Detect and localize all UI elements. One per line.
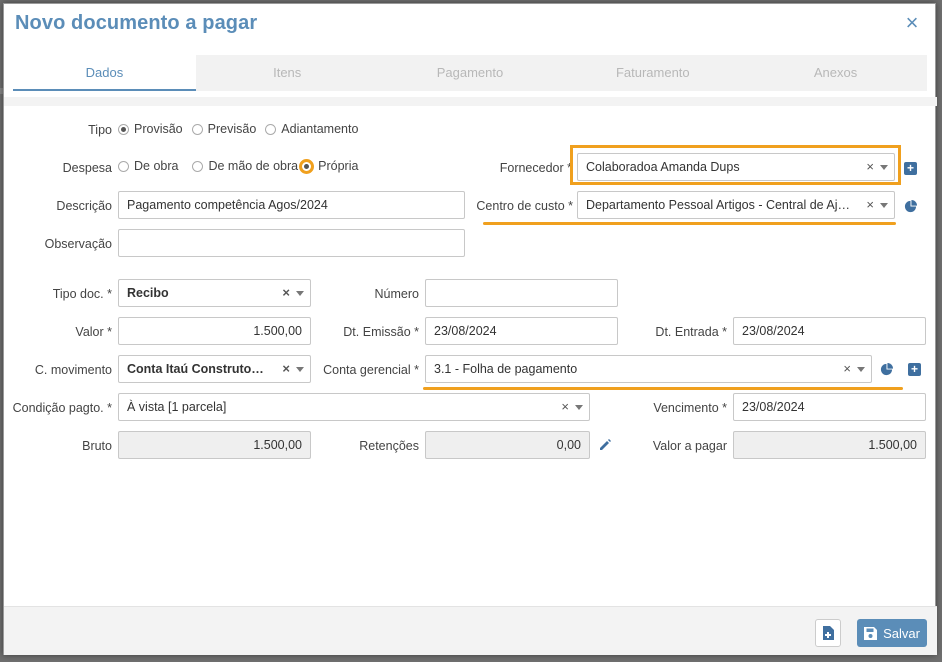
radio-unchecked-icon	[265, 123, 277, 135]
new-document-button[interactable]	[815, 619, 841, 647]
clear-icon[interactable]: ×	[866, 192, 874, 218]
descricao-input[interactable]: Pagamento competência Agos/2024	[118, 191, 465, 219]
conta-gerencial-select[interactable]: 3.1 - Folha de pagamento ×	[425, 355, 872, 383]
observacao-input[interactable]	[118, 229, 465, 257]
bruto-value: 1.500,00	[118, 431, 311, 459]
modal-dialog: Novo documento a pagar × Dados Itens Pag…	[3, 3, 937, 655]
condicao-pagto-label: Condição pagto. *	[12, 401, 112, 415]
modal-title: Novo documento a pagar	[15, 12, 258, 34]
tab-anexos[interactable]: Anexos	[744, 55, 927, 91]
numero-input[interactable]	[425, 279, 618, 307]
conta-gerencial-underline	[423, 387, 903, 390]
add-conta-gerencial-icon[interactable]: +	[908, 363, 921, 376]
radio-unchecked-icon	[191, 123, 203, 135]
despesa-label: Despesa	[62, 161, 112, 175]
fornecedor-label: Fornecedor *	[499, 161, 572, 175]
c-movimento-select[interactable]: Conta Itaú Construtora - ... ×	[118, 355, 311, 383]
dt-emissao-label: Dt. Emissão *	[343, 325, 419, 339]
radio-checked-icon	[118, 123, 129, 135]
descricao-label: Descrição	[56, 199, 112, 213]
centro-custo-select[interactable]: Departamento Pessoal Artigos - Central d…	[577, 191, 895, 219]
tab-itens[interactable]: Itens	[196, 55, 379, 91]
tipo-label: Tipo	[88, 123, 112, 137]
valor-label: Valor *	[75, 325, 112, 339]
fornecedor-select[interactable]: Colaboradoa Amanda Dups ×	[577, 153, 895, 181]
tipo-option-previsao[interactable]: Previsão	[191, 122, 256, 136]
despesa-radio-group: De obra De mão de obra Própria	[118, 159, 367, 173]
dt-emissao-input[interactable]: 23/08/2024	[425, 317, 618, 345]
tipo-option-adiantamento[interactable]: Adiantamento	[265, 122, 358, 136]
numero-label: Número	[374, 287, 419, 301]
retencoes-value: 0,00	[425, 431, 590, 459]
save-button[interactable]: Salvar	[857, 619, 927, 647]
valor-pagar-label: Valor a pagar	[652, 439, 727, 453]
valor-pagar-value: 1.500,00	[733, 431, 926, 459]
chevron-down-icon[interactable]	[575, 404, 583, 410]
floppy-disk-icon	[864, 626, 878, 640]
tab-bar: Dados Itens Pagamento Faturamento Anexos	[13, 55, 927, 91]
clear-icon[interactable]: ×	[282, 356, 290, 382]
chevron-down-icon[interactable]	[296, 290, 304, 296]
c-movimento-label: C. movimento	[34, 363, 112, 377]
centro-custo-label: Centro de custo *	[476, 199, 573, 213]
tab-dados[interactable]: Dados	[13, 55, 196, 91]
radio-unchecked-icon	[192, 160, 204, 172]
chevron-down-icon[interactable]	[880, 164, 888, 170]
despesa-option-mao-de-obra[interactable]: De mão de obra	[192, 159, 298, 173]
chevron-down-icon[interactable]	[880, 202, 888, 208]
condicao-pagto-select[interactable]: À vista [1 parcela] ×	[118, 393, 590, 421]
clear-icon[interactable]: ×	[561, 394, 569, 420]
pie-chart-icon[interactable]	[904, 200, 917, 213]
clear-icon[interactable]: ×	[866, 154, 874, 180]
vencimento-label: Vencimento *	[653, 401, 727, 415]
radio-checked-icon	[300, 159, 314, 173]
valor-input[interactable]: 1.500,00	[118, 317, 311, 345]
file-plus-icon	[823, 626, 834, 640]
chevron-down-icon[interactable]	[296, 366, 304, 372]
tipo-option-provisao[interactable]: Provisão	[118, 122, 183, 136]
close-icon[interactable]: ×	[903, 12, 921, 34]
retencoes-label: Retenções	[359, 439, 419, 453]
tipo-radio-group: Provisão Previsão Adiantamento	[118, 122, 367, 136]
dt-entrada-input[interactable]: 23/08/2024	[733, 317, 926, 345]
save-button-label: Salvar	[883, 625, 920, 641]
tipo-doc-select[interactable]: Recibo ×	[118, 279, 311, 307]
clear-icon[interactable]: ×	[282, 280, 290, 306]
bruto-label: Bruto	[82, 439, 112, 453]
pencil-icon[interactable]	[598, 438, 612, 452]
tab-pagamento[interactable]: Pagamento	[379, 55, 562, 91]
centro-custo-underline	[483, 222, 896, 225]
radio-unchecked-icon	[118, 160, 129, 172]
tab-faturamento[interactable]: Faturamento	[561, 55, 744, 91]
dt-entrada-label: Dt. Entrada *	[655, 325, 727, 339]
despesa-option-de-obra[interactable]: De obra	[118, 159, 178, 173]
tab-separator	[4, 97, 937, 106]
pie-chart-icon[interactable]	[880, 363, 893, 376]
add-fornecedor-icon[interactable]: +	[904, 162, 917, 175]
modal-footer: Salvar	[4, 606, 937, 655]
chevron-down-icon[interactable]	[857, 366, 865, 372]
observacao-label: Observação	[44, 237, 112, 251]
tipo-doc-label: Tipo doc. *	[52, 287, 112, 301]
despesa-option-propria[interactable]: Própria	[300, 159, 358, 173]
vencimento-input[interactable]: 23/08/2024	[733, 393, 926, 421]
clear-icon[interactable]: ×	[843, 356, 851, 382]
conta-gerencial-label: Conta gerencial *	[323, 363, 419, 377]
